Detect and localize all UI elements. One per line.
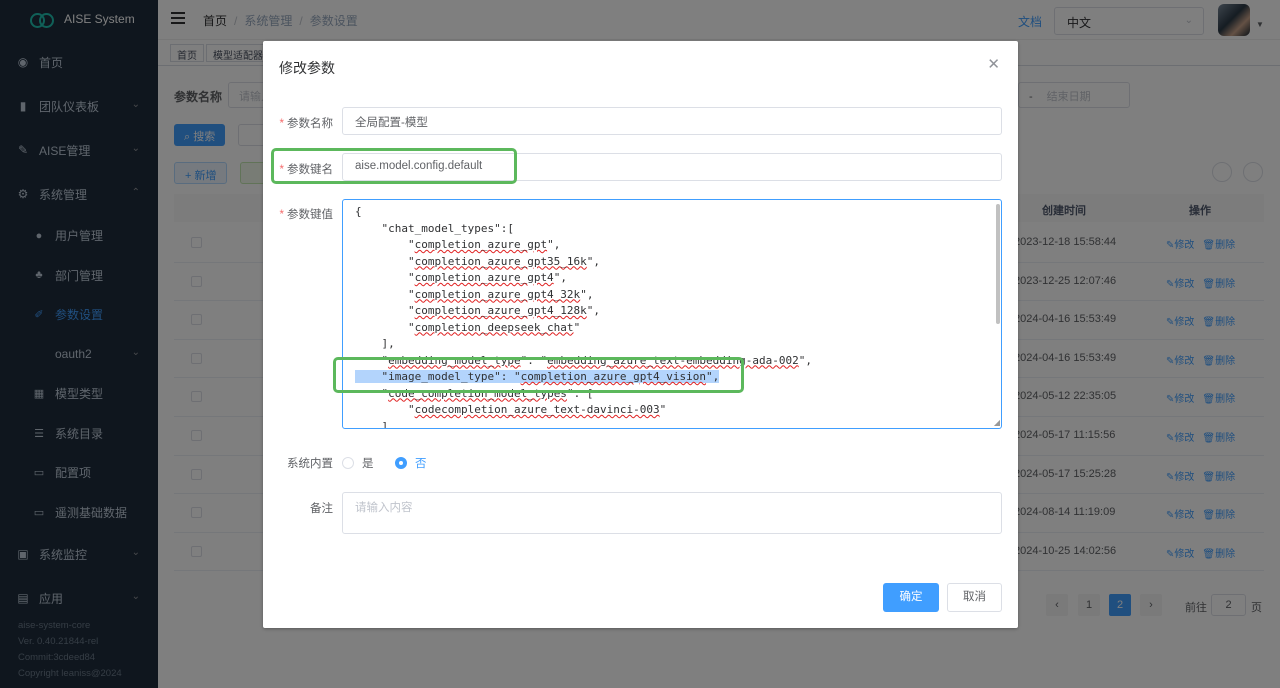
- textarea-scrollbar[interactable]: [996, 204, 1000, 324]
- param-value-textarea[interactable]: { "chat_model_types":[ "completion_azure…: [342, 199, 1002, 429]
- code-line: "completion_azure_gpt4_128k",: [355, 303, 1001, 320]
- highlight-box-image-model: [333, 357, 744, 393]
- code-token: ,: [593, 254, 601, 268]
- radio-circle-checked: [395, 457, 407, 469]
- code-line: ]: [355, 419, 1001, 429]
- dialog-title: 修改参数: [279, 60, 335, 76]
- code-token: "chat_model_types": [381, 221, 501, 235]
- remark-placeholder: 请输入内容: [355, 502, 413, 514]
- code-line: "completion_deepseek_chat": [355, 320, 1001, 337]
- builtin-no-radio[interactable]: 否: [395, 455, 427, 471]
- code-line: "completion_azure_gpt",: [355, 237, 1001, 254]
- code-line: {: [355, 204, 1001, 221]
- code-line: "completion_azure_gpt4",: [355, 270, 1001, 287]
- code-token: ,: [586, 287, 594, 301]
- code-token: ]: [355, 419, 389, 429]
- code-token: "completion_azure_gpt4_128k": [407, 304, 594, 317]
- radio-label: 是: [362, 458, 374, 470]
- code-token: ,: [560, 271, 567, 284]
- code-line: "codecompletion_azure_text-davinci-003": [355, 402, 1001, 419]
- param-name-input[interactable]: 全局配置-模型: [342, 107, 1002, 135]
- code-line: "completion_azure_gpt4_32k",: [355, 287, 1001, 304]
- remark-textarea[interactable]: 请输入内容: [342, 492, 1002, 534]
- code-token: ,: [553, 238, 561, 251]
- code-token: "completion_azure_gpt4": [407, 271, 561, 284]
- param-value-label-text: 参数键值: [287, 209, 333, 221]
- radio-label: 否: [415, 458, 427, 470]
- required-mark: *: [279, 209, 284, 221]
- code-token: ],: [355, 337, 395, 350]
- param-value-label: * 参数键值: [263, 206, 333, 222]
- code-line: ],: [355, 336, 1001, 353]
- param-name-label-text: 参数名称: [287, 118, 333, 130]
- builtin-yes-radio[interactable]: 是: [342, 455, 374, 471]
- code-token: ,: [805, 353, 812, 367]
- code-line: "completion_azure_gpt35_16k",: [355, 254, 1001, 271]
- remark-label: 备注: [310, 503, 333, 515]
- radio-circle: [342, 457, 354, 469]
- close-icon[interactable]: ✕: [987, 55, 1000, 73]
- code-token: {: [355, 205, 362, 218]
- required-mark: *: [279, 118, 284, 130]
- highlight-box-key: [271, 148, 517, 184]
- code-token: :[: [500, 221, 514, 235]
- code-token: ,: [593, 304, 601, 317]
- code-token: "completion_azure_gpt": [407, 238, 554, 251]
- param-value-code: { "chat_model_types":[ "completion_azure…: [343, 200, 1001, 429]
- code-token: "completion_azure_gpt35_16k": [407, 254, 594, 268]
- builtin-label: 系统内置: [287, 458, 333, 470]
- code-token: "codecompletion_azure_text-davinci-003": [407, 403, 667, 416]
- confirm-button[interactable]: 确定: [883, 583, 939, 612]
- code-line: "chat_model_types":[: [355, 221, 1001, 238]
- cancel-button[interactable]: 取消: [947, 583, 1002, 612]
- code-token: "completion_azure_gpt4_32k": [407, 287, 587, 301]
- code-token: "completion_deepseek_chat": [407, 320, 581, 334]
- param-name-label: * 参数名称: [263, 115, 333, 131]
- edit-parameter-dialog: 修改参数 ✕ * 参数名称 全局配置-模型 * 参数键名 aise.model.co…: [263, 41, 1018, 628]
- resize-handle-icon[interactable]: ◢: [994, 419, 1000, 427]
